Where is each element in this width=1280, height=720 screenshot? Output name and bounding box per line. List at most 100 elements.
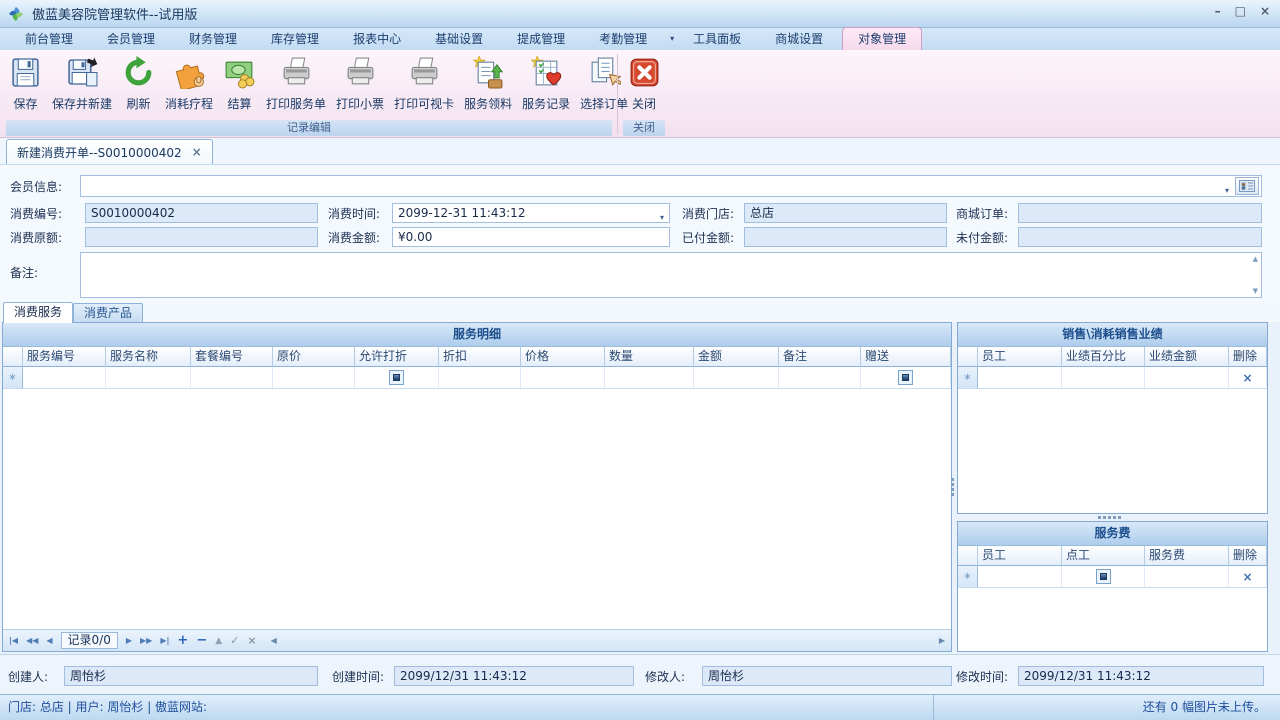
nav-first-button[interactable]: |◀ [9,636,18,645]
nav-append-button[interactable]: + [177,633,188,648]
service-fee-grid-empty-area[interactable] [958,588,1267,651]
document-tab-close-icon[interactable]: × [192,145,202,159]
labor-checkbox[interactable] [1096,569,1111,584]
ribbon-tab-tool-panel[interactable]: 工具面板 [678,28,756,50]
document-tab[interactable]: 新建消费开单--S0010000402 × [6,139,213,164]
hscroll-left-arrow-icon[interactable]: ◀ [271,636,277,645]
grid-cell[interactable] [191,367,273,389]
print-receipt-button[interactable]: 打印小票 [331,52,389,112]
consume-store-field[interactable]: 总店 [744,203,947,223]
column-gift[interactable]: 赠送 [861,347,951,367]
column-labor[interactable]: 点工 [1062,546,1145,566]
column-service-no[interactable]: 服务编号 [23,347,106,367]
refresh-button[interactable]: 刷新 [117,52,160,112]
delete-row-icon[interactable]: × [1242,570,1252,584]
creator-field[interactable]: 周怡杉 [64,666,318,686]
nav-delete-button[interactable]: − [196,633,207,648]
close-button[interactable]: 关闭 [623,52,666,112]
consume-amount-field[interactable]: ¥0.00 [392,227,670,247]
delete-row-icon[interactable]: × [1242,371,1252,385]
column-service-fee[interactable]: 服务费 [1145,546,1229,566]
ribbon-tab-finance-management[interactable]: 财务管理 [174,28,252,50]
column-performance-amount[interactable]: 业绩金额 [1145,347,1229,367]
grid-cell[interactable] [694,367,779,389]
column-service-name[interactable]: 服务名称 [106,347,191,367]
window-close-button[interactable]: × [1260,4,1270,18]
service-material-button[interactable]: 服务领料 [459,52,517,112]
minimize-button[interactable]: – [1215,4,1221,18]
ribbon-tab-front-desk-management[interactable]: 前台管理 [10,28,88,50]
column-remark[interactable]: 备注 [779,347,861,367]
ribbon-tab-member-management[interactable]: 会员管理 [92,28,170,50]
ribbon-tab-mall-settings[interactable]: 商城设置 [760,28,838,50]
column-delete[interactable]: 删除 [1229,546,1267,566]
save-and-new-button[interactable]: 保存并新建 [47,52,117,112]
save-button[interactable]: 保存 [4,52,47,112]
vertical-splitter[interactable] [951,478,954,496]
member-dropdown-icon[interactable]: ▾ [1225,182,1229,197]
grid-cell[interactable]: × [1229,566,1267,588]
consume-course-button[interactable]: 消耗疗程 [160,52,218,112]
remark-scroll-down-icon[interactable]: ▼ [1253,287,1258,295]
consume-time-field[interactable]: 2099-12-31 11:43:12 ▾ [392,203,670,223]
nav-prev-page-button[interactable]: ◀◀ [26,636,38,645]
ribbon-tab-inventory-management[interactable]: 库存管理 [256,28,334,50]
create-time-field[interactable]: 2099/12/31 11:43:12 [394,666,634,686]
column-price[interactable]: 价格 [521,347,605,367]
ribbon-tab-report-center[interactable]: 报表中心 [338,28,416,50]
mall-order-field[interactable] [1018,203,1262,223]
column-package-no[interactable]: 套餐编号 [191,347,273,367]
member-info-field[interactable]: ▾ [80,175,1262,197]
column-delete[interactable]: 删除 [1229,347,1267,367]
performance-grid-empty-area[interactable] [958,389,1267,513]
grid-cell[interactable] [521,367,605,389]
print-service-order-button[interactable]: 打印服务单 [261,52,331,112]
remark-textarea[interactable]: ▲ ▼ [80,252,1262,298]
ribbon-tab-attendance-management[interactable]: 考勤管理 [584,28,662,50]
remark-scroll-up-icon[interactable]: ▲ [1253,255,1258,263]
print-visual-card-button[interactable]: 打印可视卡 [389,52,459,112]
column-quantity[interactable]: 数量 [605,347,694,367]
column-discount[interactable]: 折扣 [439,347,521,367]
grid-cell[interactable] [1062,566,1145,588]
member-card-button[interactable] [1235,177,1259,195]
grid-cell[interactable] [355,367,439,389]
tab-consume-product[interactable]: 消费产品 [73,303,143,322]
grid-cell[interactable] [439,367,521,389]
nav-edit-button[interactable]: ▲ [215,636,222,646]
allow-discount-checkbox[interactable] [389,370,404,385]
grid-cell[interactable] [1062,367,1145,389]
tab-consume-service[interactable]: 消费服务 [3,302,73,323]
nav-cancel-button[interactable]: × [247,634,256,647]
service-record-button[interactable]: 服务记录 [517,52,575,112]
column-original-price[interactable]: 原价 [273,347,355,367]
consume-time-dropdown-icon[interactable]: ▾ [660,209,664,223]
paid-amount-field[interactable] [744,227,947,247]
original-amount-field[interactable] [85,227,318,247]
nav-last-button[interactable]: ▶| [160,636,169,645]
grid-cell[interactable] [1145,566,1229,588]
column-employee[interactable]: 员工 [978,347,1062,367]
grid-cell[interactable] [978,367,1062,389]
maximize-button[interactable]: □ [1235,4,1246,18]
column-amount[interactable]: 金额 [694,347,779,367]
horizontal-splitter[interactable] [1098,516,1121,519]
gift-checkbox[interactable] [898,370,913,385]
nav-next-page-button[interactable]: ▶▶ [140,636,152,645]
settle-button[interactable]: 结算 [218,52,261,112]
ribbon-tab-object-management[interactable]: 对象管理 [842,27,922,50]
ribbon-tab-commission-management[interactable]: 提成管理 [502,28,580,50]
ribbon-tab-basic-settings[interactable]: 基础设置 [420,28,498,50]
grid-cell[interactable] [605,367,694,389]
column-employee[interactable]: 员工 [978,546,1062,566]
grid-cell[interactable] [23,367,106,389]
modify-time-field[interactable]: 2099/12/31 11:43:12 [1018,666,1264,686]
unpaid-amount-field[interactable] [1018,227,1262,247]
column-performance-percent[interactable]: 业绩百分比 [1062,347,1145,367]
hscroll-right-arrow-icon[interactable]: ▶ [939,636,945,645]
grid-cell[interactable] [978,566,1062,588]
grid-cell[interactable] [1145,367,1229,389]
nav-next-button[interactable]: ▶ [126,636,132,645]
column-allow-discount[interactable]: 允许打折 [355,347,439,367]
grid-cell[interactable] [779,367,861,389]
